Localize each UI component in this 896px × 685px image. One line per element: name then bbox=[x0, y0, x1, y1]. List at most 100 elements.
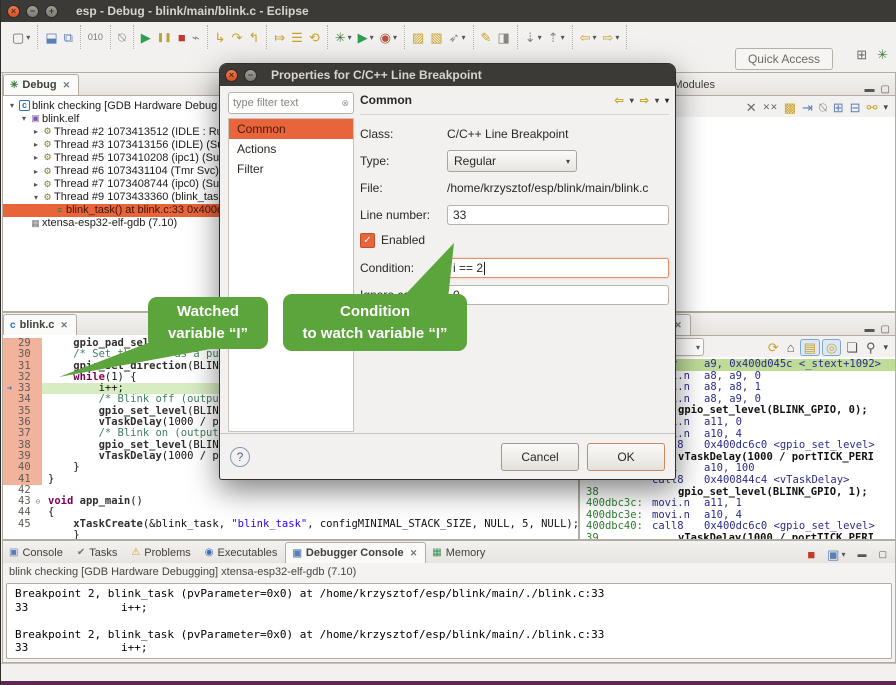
step-return-button[interactable]: ↰ bbox=[245, 29, 262, 46]
save-button[interactable]: ⬓ bbox=[42, 29, 60, 46]
line-number-input[interactable]: 33 bbox=[447, 205, 669, 225]
expand-all-button[interactable]: ⊞ bbox=[830, 100, 847, 115]
resume-button[interactable]: ▶ bbox=[138, 29, 154, 46]
tree-expander-icon[interactable]: ▸ bbox=[31, 180, 41, 189]
open-folder-button[interactable]: ▨ bbox=[409, 29, 427, 46]
step-over-button[interactable]: ↷ bbox=[228, 29, 245, 46]
maximize-icon[interactable]: ▢ bbox=[881, 324, 890, 335]
minimize-console-button[interactable]: ▬ bbox=[854, 546, 869, 563]
quick-access-button[interactable]: Quick Access bbox=[735, 48, 833, 70]
tab-debugger-console[interactable]: ▣Debugger Console✕ bbox=[285, 542, 426, 563]
breakpoint-icon[interactable]: ➜ bbox=[3, 383, 16, 394]
open-resource-button[interactable]: ▧ bbox=[427, 29, 445, 46]
chevron-down-icon[interactable]: ▾ bbox=[630, 96, 634, 105]
tree-expander-icon[interactable]: ▸ bbox=[31, 167, 41, 176]
suspend-button[interactable]: ❚❚ bbox=[154, 29, 175, 46]
disassembly-row[interactable]: 39vTaskDelay(1000 / portTICK_PERI bbox=[586, 533, 895, 539]
minimize-icon[interactable]: ▬ bbox=[865, 84, 875, 95]
tab-console[interactable]: ▣Console bbox=[3, 542, 71, 563]
open-new-view-button[interactable]: ❏ bbox=[843, 340, 861, 355]
enabled-checkbox[interactable]: ✓ bbox=[360, 233, 375, 248]
chevron-down-icon[interactable]: ▾ bbox=[655, 96, 659, 105]
skip-all-breakpoints-button[interactable]: ⍉ bbox=[115, 29, 129, 46]
type-dropdown[interactable]: Regular ▾ bbox=[447, 150, 577, 172]
tree-expander-icon[interactable]: ▸ bbox=[31, 140, 41, 149]
chevron-down-icon[interactable]: ▾ bbox=[26, 33, 30, 42]
ok-button[interactable]: OK bbox=[587, 443, 665, 471]
home-button[interactable]: ⌂ bbox=[784, 340, 798, 355]
back-icon[interactable]: ⇦ bbox=[615, 94, 624, 107]
remove-all-breakpoints-button[interactable]: ✕✕ bbox=[760, 100, 781, 115]
terminate-button[interactable]: ■ bbox=[175, 29, 189, 46]
refresh-button[interactable]: ⟳ bbox=[765, 340, 782, 355]
fold-icon[interactable]: ⊖ bbox=[31, 497, 41, 506]
condition-input[interactable]: i == 2 bbox=[447, 258, 669, 278]
attach-button[interactable]: ➶▾ bbox=[446, 29, 469, 46]
tab-tasks[interactable]: ✔Tasks bbox=[71, 542, 126, 563]
drop-to-frame-button[interactable]: ⟲ bbox=[306, 29, 323, 46]
show-source-button[interactable]: ▤ bbox=[800, 339, 820, 356]
dialog-nav-filter[interactable]: Filter bbox=[229, 159, 353, 179]
display-selected-console-button[interactable]: ▣▾ bbox=[824, 546, 848, 563]
maximize-icon[interactable]: ▢ bbox=[881, 84, 890, 95]
window-close-icon[interactable]: × bbox=[7, 5, 20, 18]
terminate-console-button[interactable]: ■ bbox=[804, 546, 818, 563]
chevron-down-icon[interactable]: ▾ bbox=[348, 33, 352, 42]
external-tools-button[interactable]: ◉▾ bbox=[377, 29, 400, 46]
chevron-down-icon[interactable]: ▾ bbox=[615, 33, 619, 42]
link-with-debug-view-button[interactable]: ⚯ bbox=[864, 100, 881, 115]
open-perspective-button[interactable]: ⊞ bbox=[853, 46, 870, 63]
forward-button[interactable]: ⇨▾ bbox=[600, 29, 623, 46]
chevron-down-icon[interactable]: ▾ bbox=[561, 33, 565, 42]
chevron-down-icon[interactable]: ▾ bbox=[370, 33, 374, 42]
tab-debug[interactable]: ✳ Debug ✕ bbox=[3, 74, 79, 95]
run-button[interactable]: ▶▾ bbox=[355, 29, 377, 46]
pin-button[interactable]: ⚲ bbox=[863, 340, 879, 355]
chevron-down-icon[interactable]: ▾ bbox=[462, 33, 466, 42]
save-all-button[interactable]: ⧉ bbox=[61, 29, 76, 46]
filter-input[interactable]: type filter text ⊗ bbox=[228, 92, 354, 114]
tree-expander-icon[interactable]: ▸ bbox=[31, 153, 41, 162]
close-icon[interactable]: ✕ bbox=[60, 320, 68, 331]
view-menu-button[interactable]: ▾ bbox=[880, 100, 891, 115]
chevron-down-icon[interactable]: ▾ bbox=[592, 33, 596, 42]
tree-expander-icon[interactable]: ▸ bbox=[31, 127, 41, 136]
dialog-close-icon[interactable]: × bbox=[225, 69, 238, 82]
previous-annotation-button[interactable]: ⇡▾ bbox=[545, 29, 568, 46]
sync-with-active-context-button[interactable]: ◎ bbox=[822, 339, 841, 356]
toggle-mark-occurrences-button[interactable]: ✎ bbox=[478, 29, 495, 46]
cancel-button[interactable]: Cancel bbox=[501, 443, 579, 471]
pin-editor-button[interactable]: ◨ bbox=[494, 29, 512, 46]
show-logical-structure-button[interactable]: ☰ bbox=[288, 29, 306, 46]
chevron-down-icon[interactable]: ▾ bbox=[841, 550, 845, 559]
clear-filter-icon[interactable]: ⊗ bbox=[341, 98, 349, 109]
chevron-down-icon[interactable]: ▾ bbox=[393, 33, 397, 42]
tab-problems[interactable]: ⚠Problems bbox=[125, 542, 198, 563]
debug-perspective-button[interactable]: ✳ bbox=[874, 46, 891, 63]
tab-memory[interactable]: ▦Memory bbox=[426, 542, 493, 563]
code-line[interactable]: 43 ⊖void app_main() bbox=[3, 496, 578, 507]
chevron-down-icon[interactable]: ▾ bbox=[538, 33, 542, 42]
skip-all-breakpoints-view-button[interactable]: ⍉ bbox=[816, 100, 830, 115]
close-icon[interactable]: ✕ bbox=[410, 548, 418, 559]
tab-blink-c[interactable]: c blink.c ✕ bbox=[3, 314, 77, 335]
back-button[interactable]: ⇦▾ bbox=[577, 29, 600, 46]
instruction-stepping-button[interactable]: ⤇ bbox=[271, 29, 288, 46]
build-binary-button[interactable]: 010 bbox=[85, 29, 106, 46]
ignore-count-input[interactable]: 0 bbox=[447, 285, 669, 305]
help-button[interactable]: ? bbox=[230, 447, 250, 467]
disconnect-button[interactable]: ⌁ bbox=[189, 29, 203, 46]
show-breakpoints-for-selection-button[interactable]: ▩ bbox=[781, 100, 799, 115]
window-maximize-icon[interactable]: + bbox=[45, 5, 58, 18]
minimize-icon[interactable]: ▬ bbox=[865, 324, 875, 335]
code-line[interactable]: } bbox=[3, 530, 578, 539]
new-wizard-button[interactable]: ▢▾ bbox=[9, 29, 33, 46]
step-into-button[interactable]: ↳ bbox=[212, 29, 229, 46]
view-menu-icon[interactable]: ▾ bbox=[665, 96, 669, 105]
remove-selected-breakpoints-button[interactable]: ✕ bbox=[743, 100, 760, 115]
debug-button[interactable]: ✳▾ bbox=[332, 29, 355, 46]
close-icon[interactable]: ✕ bbox=[63, 80, 71, 91]
chevron-down-icon[interactable]: ▾ bbox=[696, 343, 700, 352]
forward-icon[interactable]: ⇨ bbox=[640, 94, 649, 107]
dialog-nav-common[interactable]: Common bbox=[229, 119, 353, 139]
